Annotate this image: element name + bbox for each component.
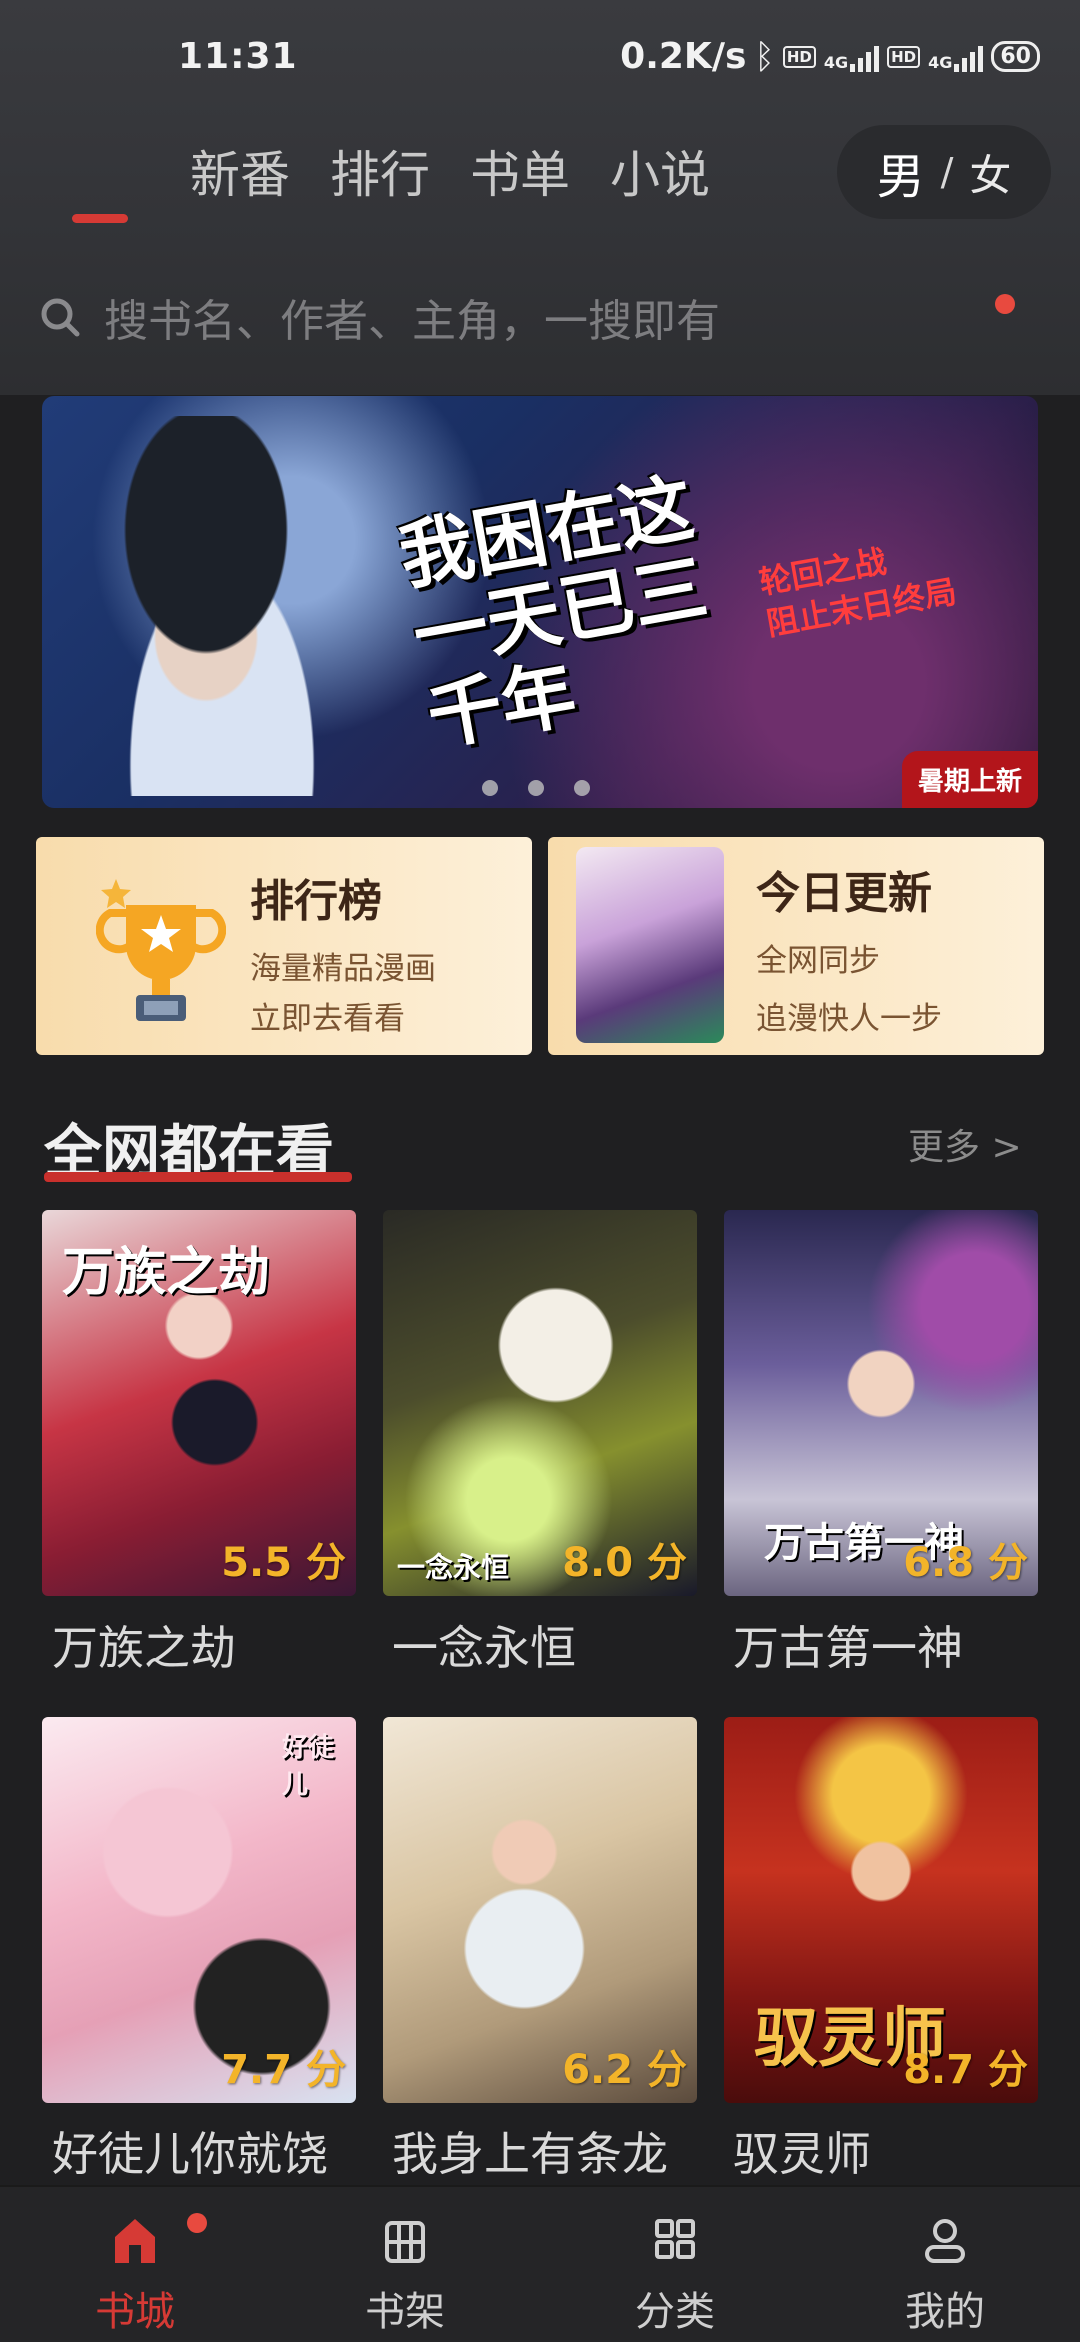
signal-icon: 4G <box>928 42 984 72</box>
today-update-line2: 追漫快人一步 <box>756 1001 942 1037</box>
book-cover[interactable]: 驭灵师 8.7 分 <box>724 1717 1038 2103</box>
ranking-card-title: 排行榜 <box>250 876 382 927</box>
book-title[interactable]: 万族之劫 <box>52 1612 236 1678</box>
profile-icon <box>925 2219 965 2263</box>
book-cover[interactable]: 万族之劫 5.5 分 <box>42 1210 356 1596</box>
ranking-card[interactable]: 排行榜 海量精品漫画 立即去看看 <box>36 837 532 1055</box>
book-title[interactable]: 我身上有条龙 <box>392 2118 668 2184</box>
comic-thumbnail <box>576 847 724 1043</box>
tab-ranking[interactable]: 排行 <box>330 135 430 207</box>
bottom-nav: 书城 书架 分类 我的 <box>0 2185 1080 2342</box>
ranking-card-line2: 立即去看看 <box>250 1001 405 1037</box>
active-tab-indicator <box>72 214 128 223</box>
top-tabs: 新番 排行 书单 小说 <box>190 135 710 207</box>
banner-character-art <box>62 416 382 796</box>
nav-bookshelf[interactable]: 书架 <box>305 2187 505 2342</box>
notification-dot <box>187 2213 207 2233</box>
cover-title-art: 万族之劫 <box>62 1243 271 1303</box>
book-title[interactable]: 万古第一神 <box>733 1612 963 1678</box>
gender-male[interactable]: 男 <box>877 137 925 207</box>
book-score: 6.2 分 <box>562 2047 687 2093</box>
home-icon <box>115 2219 155 2263</box>
book-cover[interactable]: 好徒儿 7.7 分 <box>42 1717 356 2103</box>
nav-label: 我的 <box>905 2289 985 2335</box>
trophy-icon <box>96 879 226 1021</box>
nav-label: 分类 <box>635 2289 715 2335</box>
carousel-dot[interactable] <box>482 780 498 796</box>
banner-carousel[interactable]: 我困在这一天已三千年 轮回之战 阻止末日终局 暑期上新 <box>42 396 1038 808</box>
nav-label: 书架 <box>365 2289 445 2335</box>
book-cover[interactable]: 6.2 分 <box>383 1717 697 2103</box>
cover-title-art: 一念永恒 <box>397 1551 510 1584</box>
book-score: 8.0 分 <box>562 1540 687 1586</box>
book-cover[interactable]: 一念永恒 8.0 分 <box>383 1210 697 1596</box>
search-icon <box>41 298 80 337</box>
status-bar: 11:31 0.2K/s ᛒ HD 4G HD 4G 60 <box>0 0 1080 115</box>
notification-dot <box>995 294 1015 314</box>
carousel-dot[interactable] <box>574 780 590 796</box>
status-time: 11:31 <box>178 36 298 77</box>
banner-dots <box>482 780 590 796</box>
carousel-dot[interactable] <box>528 780 544 796</box>
net-speed: 0.2K/s <box>620 36 747 77</box>
section-underline <box>44 1172 352 1182</box>
nav-label: 书城 <box>95 2289 175 2335</box>
tab-booklist[interactable]: 书单 <box>470 135 570 207</box>
signal-icon: 4G <box>824 42 880 72</box>
ranking-card-line1: 海量精品漫画 <box>250 951 436 987</box>
tab-novel[interactable]: 小说 <box>610 135 710 207</box>
search-placeholder: 搜书名、作者、主角，一搜即有 <box>104 296 720 347</box>
nav-profile[interactable]: 我的 <box>845 2187 1045 2342</box>
more-link[interactable]: 更多 > <box>908 1118 1022 1170</box>
nav-category[interactable]: 分类 <box>575 2187 775 2342</box>
gender-separator: / <box>940 150 954 194</box>
battery-icon: 60 <box>991 41 1040 72</box>
today-update-title: 今日更新 <box>756 868 932 919</box>
header: 11:31 0.2K/s ᛒ HD 4G HD 4G 60 新番 排行 书单 小… <box>0 0 1080 395</box>
search-input[interactable]: 搜书名、作者、主角，一搜即有 <box>38 272 1038 362</box>
gender-female[interactable]: 女 <box>969 142 1011 203</box>
hd-icon: HD <box>782 45 816 68</box>
book-title[interactable]: 好徒儿你就饶 <box>52 2118 328 2184</box>
book-title[interactable]: 一念永恒 <box>392 1612 576 1678</box>
cover-title-art: 好徒儿 <box>282 1733 335 1800</box>
banner-subtitle: 轮回之战 阻止末日终局 <box>756 542 960 643</box>
nav-bookstore[interactable]: 书城 <box>35 2187 235 2342</box>
bluetooth-icon: ᛒ <box>754 36 775 77</box>
book-score: 6.8 分 <box>903 1540 1028 1586</box>
banner-title: 我困在这一天已三千年 <box>393 464 714 762</box>
today-update-card[interactable]: 今日更新 全网同步 追漫快人一步 <box>548 837 1044 1055</box>
hd-icon: HD <box>887 45 921 68</box>
book-score: 5.5 分 <box>221 1540 346 1586</box>
banner-badge: 暑期上新 <box>901 751 1038 808</box>
book-cover[interactable]: 万古第一神 6.8 分 <box>724 1210 1038 1596</box>
today-update-line1: 全网同步 <box>756 943 880 979</box>
category-icon <box>655 2219 695 2259</box>
book-score: 8.7 分 <box>903 2047 1028 2093</box>
gender-toggle[interactable]: 男 / 女 <box>837 125 1051 219</box>
book-title[interactable]: 驭灵师 <box>733 2118 871 2184</box>
status-icons: 0.2K/s ᛒ HD 4G HD 4G 60 <box>620 36 1040 77</box>
book-score: 7.7 分 <box>221 2047 346 2093</box>
tab-new[interactable]: 新番 <box>190 135 290 207</box>
bookshelf-icon <box>385 2221 425 2263</box>
